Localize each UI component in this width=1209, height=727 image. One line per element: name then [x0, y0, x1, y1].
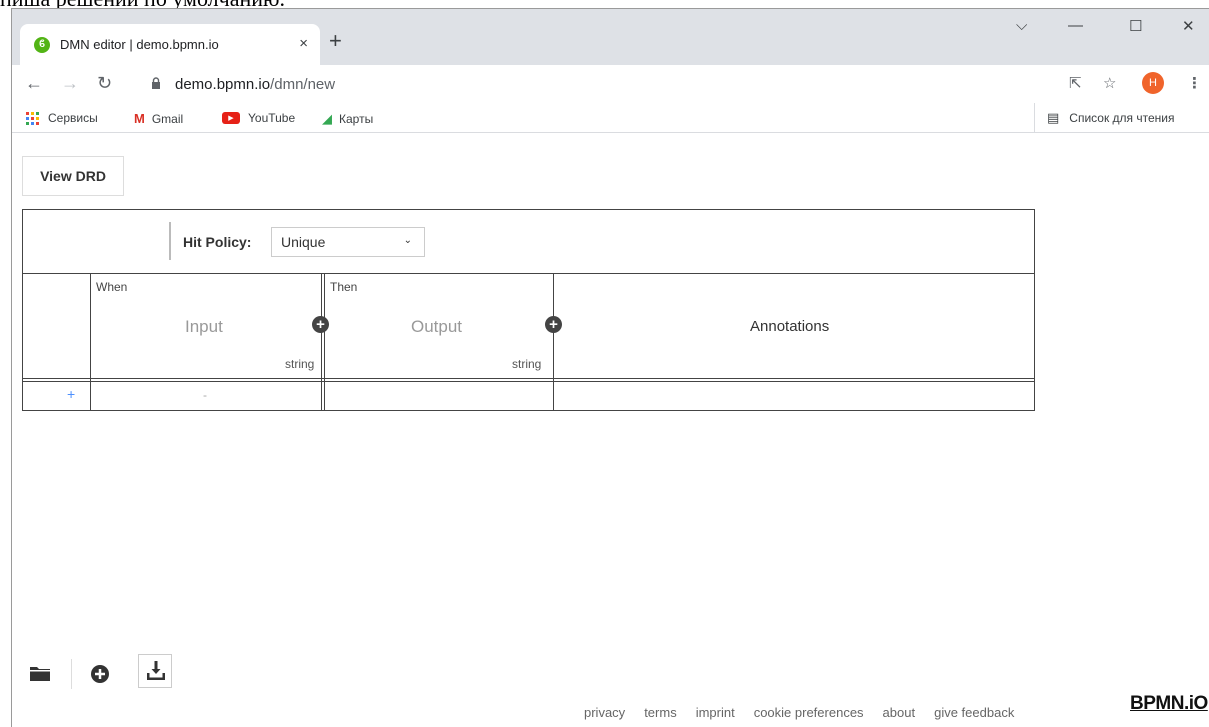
decision-table: Hit Policy: Unique ⌄ When Then Input + O… [22, 209, 1035, 411]
bookmarks-bar: Сервисы M Gmail ▶ YouTube ◢ Карты ▤ Спис… [12, 103, 1209, 133]
output-type-label[interactable]: string [512, 357, 541, 371]
new-tab-icon[interactable]: + [329, 30, 342, 52]
browser-tab[interactable]: ϐ DMN editor | demo.bpmn.io × [20, 24, 320, 65]
imprint-link[interactable]: imprint [696, 705, 735, 720]
bpmn-io-logo[interactable]: BPMN.iO [1130, 693, 1208, 715]
back-arrow-icon[interactable]: ← [25, 73, 43, 94]
when-label: When [96, 280, 128, 294]
open-folder-icon[interactable] [29, 664, 51, 688]
address-bar[interactable]: demo.bpmn.io/dmn/new [143, 68, 1073, 100]
apps-grid-icon [26, 111, 39, 125]
reading-list-icon: ▤ [1047, 110, 1060, 125]
column-divider [553, 274, 554, 410]
add-rule-button[interactable]: + [67, 386, 75, 402]
view-drd-button[interactable]: View DRD [22, 156, 124, 196]
dmn-editor-page: View DRD Hit Policy: Unique ⌄ When Then … [12, 134, 1209, 727]
bookmark-label: Gmail [151, 111, 184, 126]
minimize-icon[interactable]: — [1068, 17, 1083, 34]
browser-toolbar: ← → ↻ demo.bpmn.io/dmn/new ⇱ ☆ H ⋮ [12, 65, 1209, 103]
terms-link[interactable]: terms [644, 705, 677, 720]
input-entry-cell[interactable]: - [203, 388, 207, 402]
hit-policy-separator [169, 222, 171, 260]
download-icon [146, 660, 166, 687]
document-text-snippet: пиша решении по умолчанию. [0, 0, 1209, 8]
header-divider [23, 378, 1034, 382]
annotations-column-header[interactable]: Annotations [750, 318, 829, 335]
download-button[interactable] [138, 654, 172, 688]
add-input-plus-icon[interactable]: + [312, 316, 329, 333]
youtube-icon: ▶ [222, 112, 240, 124]
lock-icon [151, 76, 161, 92]
bookmark-label: YouTube [248, 111, 296, 125]
input-type-label[interactable]: string [285, 357, 314, 371]
input-column-header[interactable]: Input [185, 317, 223, 337]
add-output-plus-icon[interactable]: + [545, 316, 562, 333]
hit-policy-row: Hit Policy: Unique ⌄ [23, 210, 1034, 274]
bookmark-gmail[interactable]: M Gmail [134, 111, 183, 126]
maximize-icon[interactable]: ☐ [1129, 17, 1142, 35]
reading-list-label: Список для чтения [1069, 111, 1175, 125]
give-feedback-link[interactable]: give feedback [934, 705, 1014, 720]
bookmark-services[interactable]: Сервисы [26, 111, 98, 125]
footer-separator [71, 659, 72, 689]
reload-icon[interactable]: ↻ [97, 73, 112, 94]
hit-policy-value: Unique [281, 234, 326, 250]
column-divider-double [321, 274, 325, 410]
column-divider [90, 274, 91, 410]
window-close-icon[interactable]: ✕ [1182, 17, 1195, 35]
bookmark-label: Сервисы [48, 111, 98, 125]
url-host: demo.bpmn.io [175, 75, 271, 93]
forward-arrow-icon[interactable]: → [61, 73, 79, 94]
output-column-header[interactable]: Output [411, 317, 462, 337]
footer-links: privacy terms imprint cookie preferences… [584, 705, 1014, 720]
bookmark-maps[interactable]: ◢ Карты [322, 111, 373, 127]
bookmark-label: Карты [339, 112, 374, 126]
gmail-icon: M [134, 111, 145, 126]
tab-title: DMN editor | demo.bpmn.io [60, 37, 219, 52]
profile-avatar[interactable]: H [1142, 72, 1164, 94]
bookmark-star-icon[interactable]: ☆ [1103, 74, 1116, 92]
privacy-link[interactable]: privacy [584, 705, 625, 720]
tab-strip: ϐ DMN editor | demo.bpmn.io × + ⌵ — ☐ ✕ [12, 9, 1209, 65]
reading-list-button[interactable]: ▤ Список для чтения [1034, 103, 1175, 133]
then-label: Then [330, 280, 358, 294]
about-link[interactable]: about [883, 705, 916, 720]
bpmn-favicon-icon: ϐ [34, 36, 50, 53]
add-new-diagram-icon[interactable] [90, 664, 110, 690]
browser-menu-icon[interactable]: ⋮ [1187, 74, 1202, 92]
share-icon[interactable]: ⇱ [1069, 74, 1082, 92]
tab-close-icon[interactable]: × [299, 35, 308, 52]
tab-search-chevron-icon[interactable]: ⌵ [1016, 17, 1027, 34]
bookmark-youtube[interactable]: ▶ YouTube [222, 111, 295, 125]
url-path: /dmn/new [270, 75, 336, 93]
hit-policy-select[interactable]: Unique ⌄ [271, 227, 425, 257]
maps-icon: ◢ [322, 111, 332, 126]
browser-window: ϐ DMN editor | demo.bpmn.io × + ⌵ — ☐ ✕ … [11, 8, 1209, 727]
cookie-preferences-link[interactable]: cookie preferences [754, 705, 864, 720]
hit-policy-label: Hit Policy: [183, 234, 252, 250]
chevron-down-icon: ⌄ [403, 235, 412, 246]
